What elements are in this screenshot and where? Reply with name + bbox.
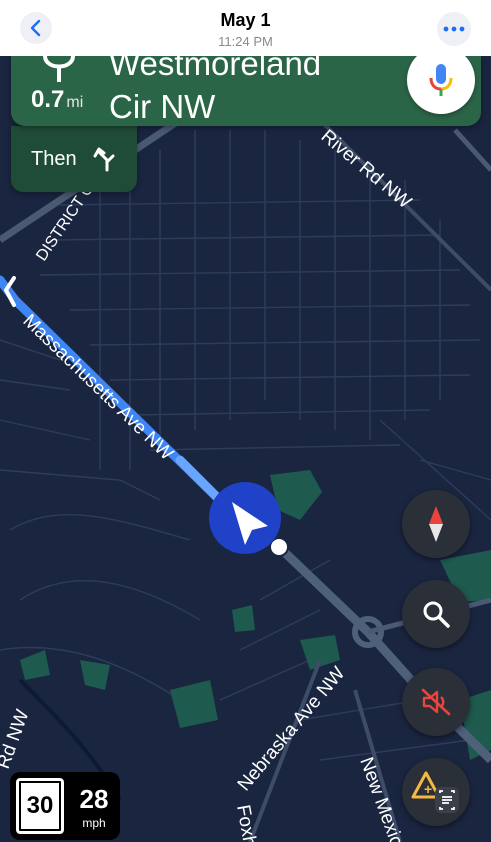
- header-time: 11:24 PM: [218, 34, 273, 49]
- distance-unit: mi: [66, 94, 84, 111]
- report-incident-button[interactable]: +: [402, 758, 470, 826]
- current-speed-unit: mph: [82, 816, 106, 830]
- current-speed: 28: [79, 784, 109, 814]
- turn-direction-icon: [43, 56, 75, 82]
- distance-to-turn: 0.7 mi: [31, 86, 83, 114]
- then-label: Then: [31, 148, 77, 170]
- navigation-instruction-card[interactable]: 0.7 mi Westmoreland Cir NW: [11, 45, 481, 126]
- search-icon: [423, 601, 450, 628]
- sound-off-icon: [421, 688, 451, 716]
- slight-left-turn-icon: [93, 147, 115, 172]
- microphone-icon: [429, 64, 453, 96]
- distance-value: 0.7: [31, 86, 65, 113]
- speed-indicator: 30 28 mph: [10, 772, 120, 840]
- voice-search-button[interactable]: [407, 46, 475, 114]
- top-bar: May 1 11:24 PM: [0, 0, 491, 56]
- compass-button[interactable]: [402, 490, 470, 558]
- then-next-turn-card[interactable]: Then: [11, 126, 137, 192]
- compass-icon: [429, 506, 443, 542]
- ellipsis-icon: [443, 26, 465, 32]
- header-date: May 1: [220, 10, 271, 30]
- more-button[interactable]: [437, 12, 471, 46]
- report-incident-icon: +: [411, 771, 459, 813]
- speed-limit-sign: 30: [14, 776, 66, 836]
- street-name-line-2: Cir NW: [109, 88, 216, 125]
- mute-button[interactable]: [402, 668, 470, 736]
- svg-text:+: +: [424, 781, 432, 797]
- search-button[interactable]: [402, 580, 470, 648]
